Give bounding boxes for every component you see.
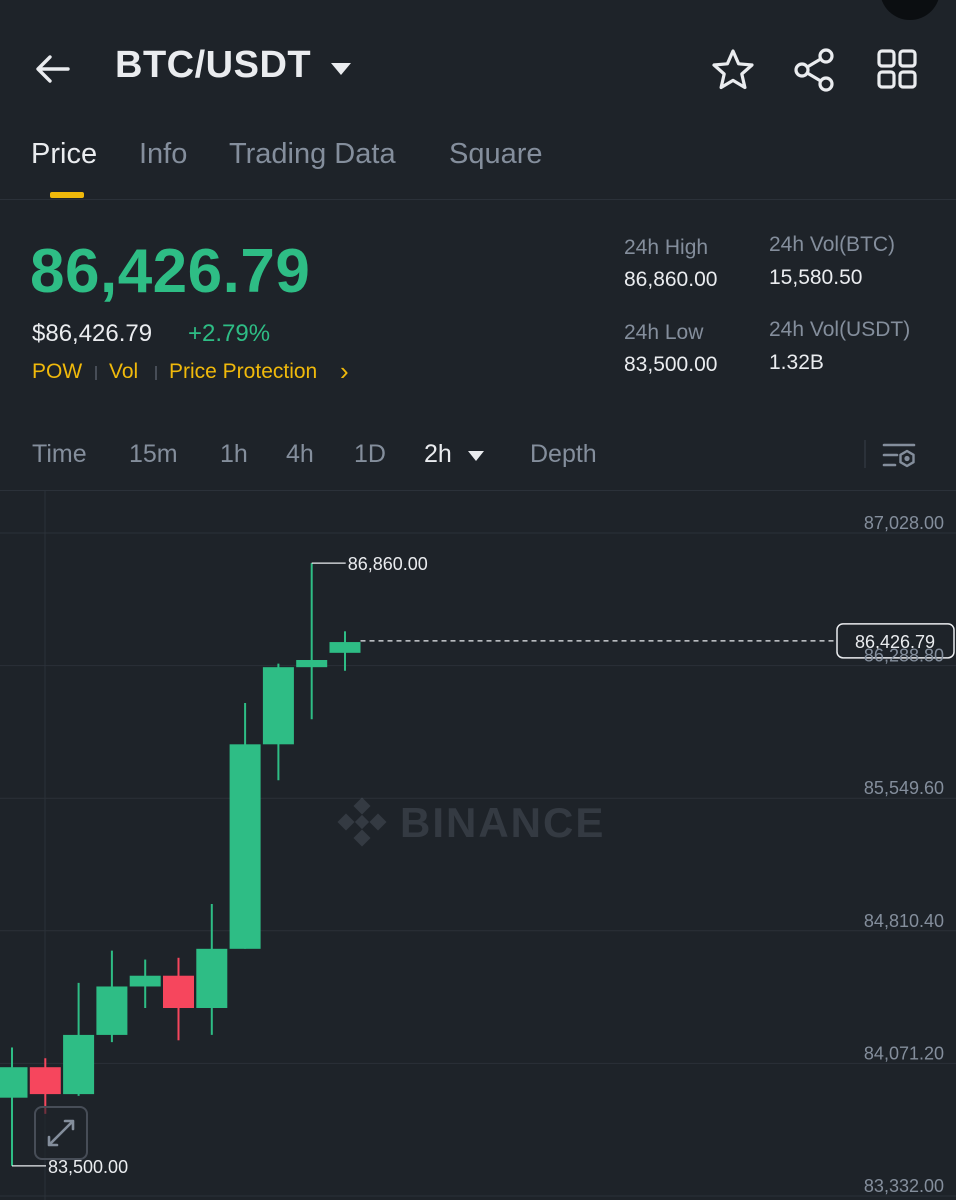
- max-marker-label: 86,860.00: [348, 554, 428, 574]
- y-axis-tick-label: 84,071.20: [864, 1043, 944, 1063]
- stat-24h-vol-btc-value: 15,580.50: [769, 266, 863, 289]
- timeframe-time[interactable]: Time: [32, 440, 87, 469]
- stat-24h-high-label: 24h High: [624, 236, 709, 259]
- tag-price-protection[interactable]: Price Protection: [169, 360, 317, 384]
- candle-body: [329, 642, 361, 653]
- tab-info[interactable]: Info: [139, 138, 187, 171]
- y-axis-tick-label: 87,028.00: [864, 513, 944, 533]
- stat-24h-low-label: 24h Low: [624, 321, 704, 344]
- expand-icon: [47, 1119, 75, 1147]
- candle-body: [296, 660, 328, 668]
- candle-body: [196, 948, 228, 1009]
- candlestick-chart[interactable]: BINANCE 86,426.7986,860.0083,500.00 87,0…: [0, 491, 956, 1200]
- caret-down-icon: [468, 451, 484, 461]
- stat-24h-low-value: 83,500.00: [624, 353, 718, 376]
- expand-chart-button[interactable]: [34, 1106, 88, 1160]
- candle-body: [262, 667, 294, 745]
- tab-trading-data[interactable]: Trading Data: [229, 138, 396, 171]
- y-axis-tick-label: 86,288.80: [864, 646, 944, 666]
- more-menu-button[interactable]: [872, 46, 922, 94]
- y-axis-tick-label: 83,332.00: [864, 1176, 944, 1196]
- logo-diamond: [369, 813, 387, 831]
- chart-settings-button[interactable]: [880, 438, 920, 474]
- caret-down-icon: [331, 63, 351, 75]
- timeframe-more-toggle[interactable]: [467, 449, 485, 461]
- logo-diamond: [353, 797, 371, 815]
- stat-24h-vol-usdt-value: 1.32B: [769, 351, 824, 374]
- stat-24h-vol-usdt-label: 24h Vol(USDT): [769, 318, 911, 341]
- tag-vol[interactable]: Vol: [109, 360, 138, 384]
- share-icon: [794, 48, 834, 92]
- timeframe-2h[interactable]: 2h: [424, 440, 452, 469]
- last-price: 86,426.79: [30, 237, 311, 306]
- fiat-price: $86,426.79: [32, 320, 153, 347]
- logo-diamond: [337, 813, 355, 831]
- grid-icon: [877, 49, 917, 89]
- logo-diamond: [353, 829, 371, 847]
- share-button[interactable]: [790, 46, 840, 94]
- stat-24h-vol-btc-label: 24h Vol(BTC): [769, 233, 896, 256]
- binance-logo-icon: [337, 797, 387, 847]
- divider: [864, 440, 866, 468]
- change-percent: +2.79%: [188, 320, 271, 347]
- pair-title[interactable]: BTC/USDT: [115, 44, 311, 87]
- active-tab-indicator: [50, 192, 84, 198]
- candle-body: [129, 975, 161, 987]
- candle-body: [0, 1067, 28, 1098]
- tag-separator: [155, 366, 157, 380]
- y-axis-tick-label: 84,810.40: [864, 911, 944, 931]
- tag-separator: [95, 366, 97, 380]
- back-button[interactable]: [30, 46, 76, 92]
- tag-pow[interactable]: POW: [32, 360, 82, 384]
- candle-body: [63, 1034, 95, 1095]
- star-icon: [712, 49, 754, 90]
- timeframe-1h[interactable]: 1h: [220, 440, 248, 469]
- candle-body: [29, 1067, 61, 1095]
- timeframe-depth[interactable]: Depth: [530, 440, 597, 469]
- chart-settings-icon: [882, 443, 916, 468]
- logo-diamond: [354, 814, 370, 830]
- divider: [0, 199, 956, 200]
- candle-body: [96, 986, 128, 1035]
- pair-selector-toggle[interactable]: [330, 62, 352, 76]
- candle-body: [163, 975, 194, 1009]
- tab-square[interactable]: Square: [449, 138, 543, 171]
- timeframe-1d[interactable]: 1D: [354, 440, 386, 469]
- corner-badge: [880, 0, 940, 20]
- timeframe-15m[interactable]: 15m: [129, 440, 178, 469]
- timeframe-4h[interactable]: 4h: [286, 440, 314, 469]
- chevron-right-icon[interactable]: ›: [340, 356, 349, 387]
- watermark-text: BINANCE: [400, 799, 605, 846]
- tab-price[interactable]: Price: [31, 138, 97, 171]
- arrow-left-icon: [36, 55, 70, 83]
- favorite-button[interactable]: [708, 46, 758, 94]
- y-axis-tick-label: 85,549.60: [864, 778, 944, 798]
- candle-body: [229, 744, 261, 949]
- stat-24h-high-value: 86,860.00: [624, 268, 718, 291]
